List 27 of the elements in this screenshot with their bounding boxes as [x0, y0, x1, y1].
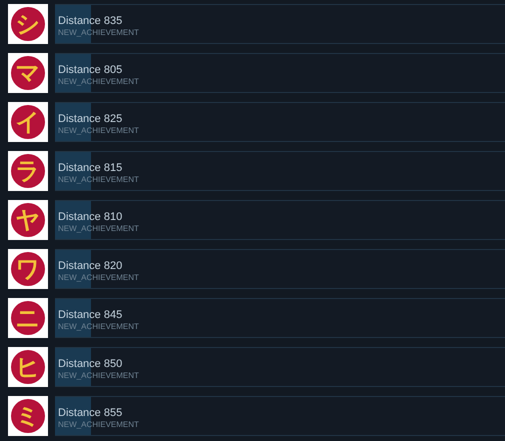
achievement-api-name: NEW_ACHIEVEMENT [58, 322, 140, 331]
achievement-api-name: NEW_ACHIEVEMENT [58, 126, 140, 135]
badge-glyph: ワ [11, 252, 45, 286]
badge-glyph: ラ [11, 154, 45, 188]
badge-glyph: ヤ [11, 203, 45, 237]
achievement-api-name: NEW_ACHIEVEMENT [58, 175, 140, 184]
achievement-api-name: NEW_ACHIEVEMENT [58, 77, 140, 86]
badge-glyph: イ [11, 105, 45, 139]
achievement-title: Distance 845 [58, 309, 124, 322]
achievement-title: Distance 855 [58, 407, 124, 420]
achievement-api-name: NEW_ACHIEVEMENT [58, 273, 140, 282]
achievement-api-name: NEW_ACHIEVEMENT [58, 371, 140, 380]
badge-glyph: シ [11, 7, 45, 41]
achievement-title: Distance 810 [58, 211, 124, 224]
achievement-api-name: NEW_ACHIEVEMENT [58, 224, 140, 233]
achievement-title: Distance 805 [58, 64, 124, 77]
badge-glyph: ニ [11, 301, 45, 335]
badge-glyph: ミ [11, 399, 45, 433]
badge-glyph: ヒ [11, 350, 45, 384]
achievement-title: Distance 825 [58, 113, 124, 126]
achievement-title: Distance 820 [58, 260, 124, 273]
achievement-title: Distance 835 [58, 15, 124, 28]
achievement-api-name: NEW_ACHIEVEMENT [58, 28, 140, 37]
achievement-title: Distance 850 [58, 358, 124, 371]
badge-glyph: マ [11, 56, 45, 90]
achievement-api-name: NEW_ACHIEVEMENT [58, 420, 140, 429]
achievement-title: Distance 815 [58, 162, 124, 175]
